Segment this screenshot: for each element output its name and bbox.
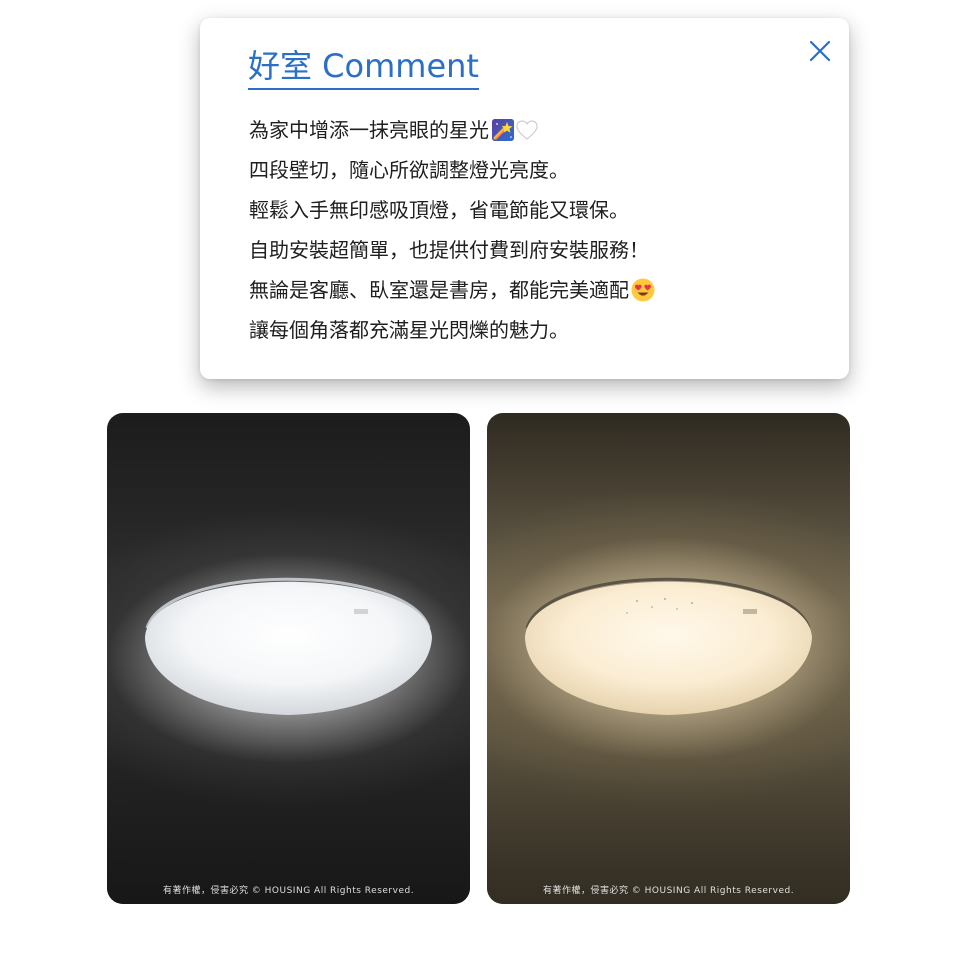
watermark: 有著作權，侵害必究 © HOUSING All Rights Reserved. (542, 886, 795, 896)
ceiling-lamp-illustration (487, 577, 850, 904)
ceiling-lamp-illustration (107, 577, 470, 904)
comment-line-text: 自助安裝超簡單，也提供付費到府安裝服務！ (249, 238, 649, 262)
comment-line-text: 無論是客廳、臥室還是書房，都能完美適配 (249, 278, 629, 302)
close-button[interactable] (806, 37, 834, 65)
comment-line-text: 為家中增添一抹亮眼的星光 (249, 118, 489, 142)
white-heart-icon (516, 120, 538, 140)
comment-card: 好室 Comment 為家中增添一抹亮眼的星光 四段壁切，隨心所欲調整燈光亮度。… (200, 18, 849, 379)
comment-line-text: 讓每個角落都充滿星光閃爍的魅力。 (249, 318, 569, 342)
ceiling-lamp-warm-white-photo: 有著作權，侵害必究 © HOUSING All Rights Reserved. (487, 413, 850, 904)
ceiling-lamp-cool-white-photo: 有著作權，侵害必究 © HOUSING All Rights Reserved. (107, 413, 470, 904)
comment-line: 無論是客廳、臥室還是書房，都能完美適配 (249, 270, 656, 310)
shooting-star-icon (492, 119, 514, 141)
watermark: 有著作權，侵害必究 © HOUSING All Rights Reserved. (162, 886, 415, 896)
comment-line: 輕鬆入手無印感吸頂燈，省電節能又環保。 (249, 190, 656, 230)
comment-line-text: 四段壁切，隨心所欲調整燈光亮度。 (249, 158, 569, 182)
smiling-face-heart-eyes-icon (631, 278, 655, 302)
comment-line: 讓每個角落都充滿星光閃爍的魅力。 (249, 310, 656, 350)
comment-line-text: 輕鬆入手無印感吸頂燈，省電節能又環保。 (249, 198, 629, 222)
comment-title: 好室 Comment (248, 46, 479, 90)
close-icon (809, 40, 831, 62)
comment-line: 自助安裝超簡單，也提供付費到府安裝服務！ (249, 230, 656, 270)
comment-line: 為家中增添一抹亮眼的星光 (249, 110, 656, 150)
comment-line: 四段壁切，隨心所欲調整燈光亮度。 (249, 150, 656, 190)
comment-text: 為家中增添一抹亮眼的星光 四段壁切，隨心所欲調整燈光亮度。 輕鬆入手無印感吸頂燈… (249, 110, 656, 350)
